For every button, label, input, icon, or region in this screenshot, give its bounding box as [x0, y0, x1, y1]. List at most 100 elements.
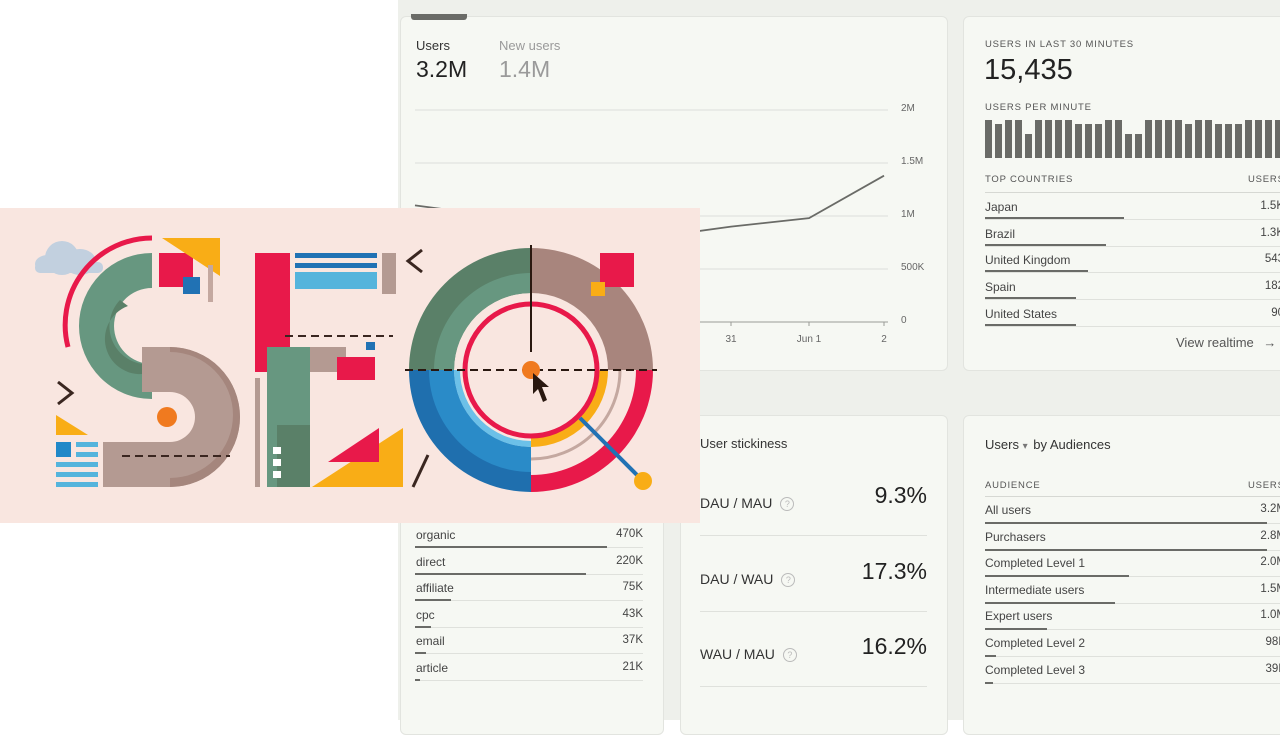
realtime-count: 15,435	[984, 54, 1073, 87]
seo-artwork	[0, 208, 700, 523]
source-name: email	[416, 634, 445, 648]
per-minute-bar	[1075, 124, 1082, 158]
audience-users: 98K	[1200, 636, 1280, 648]
source-value: 470K	[580, 528, 643, 540]
per-minute-bar	[1245, 120, 1252, 158]
x-tick-label: 31	[711, 334, 751, 345]
country-users: 1.5K	[1200, 200, 1280, 212]
per-minute-bar	[1155, 120, 1162, 158]
per-minute-bar	[1025, 134, 1032, 158]
audience-bar	[985, 522, 1267, 524]
source-value: 220K	[580, 555, 643, 567]
source-bar	[415, 652, 426, 654]
header-divider	[985, 496, 1280, 497]
country-users: 543	[1200, 253, 1280, 265]
users-column-header: USERS	[1248, 174, 1280, 185]
source-value: 37K	[580, 634, 643, 646]
per-minute-bar	[985, 120, 992, 158]
audience-name: Expert users	[985, 609, 1052, 623]
dropdown-caret-icon: ▾	[1023, 441, 1028, 452]
per-minute-bar	[1265, 120, 1272, 158]
source-value: 21K	[580, 661, 643, 673]
metric-name: DAU / MAU	[700, 495, 772, 511]
per-minute-bar	[1005, 120, 1012, 158]
per-minute-bar	[1045, 120, 1052, 158]
row-divider	[985, 246, 1280, 247]
y-tick-label: 2M	[901, 103, 915, 114]
row-divider	[985, 326, 1280, 327]
source-bar	[415, 599, 451, 601]
audience-name: Completed Level 1	[985, 556, 1085, 570]
audience-name: Completed Level 2	[985, 636, 1085, 650]
help-icon[interactable]: ?	[780, 497, 794, 511]
header-divider	[985, 192, 1280, 193]
source-name: article	[416, 661, 448, 675]
y-tick-label: 1.5M	[901, 156, 923, 167]
per-minute-bar	[1225, 124, 1232, 158]
row-divider	[985, 683, 1280, 684]
stickiness-label: DAU / WAU?	[700, 571, 795, 587]
per-minute-bar	[1015, 120, 1022, 158]
source-name: cpc	[416, 608, 435, 622]
stickiness-label: DAU / MAU?	[700, 495, 794, 511]
cursor-arrow-icon	[533, 373, 549, 402]
row-divider	[415, 653, 643, 654]
row-divider	[700, 611, 927, 612]
audience-name: All users	[985, 503, 1031, 517]
audiences-title: Users ▾ by Audiences	[985, 437, 1111, 452]
country-name: United States	[985, 307, 1057, 321]
row-divider	[985, 219, 1280, 220]
help-icon[interactable]: ?	[783, 648, 797, 662]
source-value: 43K	[580, 608, 643, 620]
audience-users: 1.5M	[1200, 583, 1280, 595]
per-minute-bar	[1125, 134, 1132, 158]
country-users: 1.3K	[1200, 227, 1280, 239]
per-minute-bar	[1275, 120, 1280, 158]
help-icon[interactable]: ?	[781, 573, 795, 587]
row-divider	[700, 686, 927, 687]
y-tick-label: 0	[901, 315, 907, 326]
metric-label: Users	[985, 437, 1019, 452]
per-minute-bar	[1105, 120, 1112, 158]
audience-bar	[985, 549, 1267, 551]
top-countries-header: TOP COUNTRIES	[985, 174, 1073, 185]
audience-name: Completed Level 3	[985, 663, 1085, 677]
x-tick-label: 2	[864, 334, 904, 345]
row-divider	[415, 627, 643, 628]
country-name: Spain	[985, 280, 1016, 294]
per-minute-bar	[1215, 124, 1222, 158]
per-minute-bar	[1205, 120, 1212, 158]
stickiness-label: WAU / MAU?	[700, 646, 797, 662]
audience-users: 2.8M	[1200, 530, 1280, 542]
per-minute-bar	[1035, 120, 1042, 158]
audience-column-header: AUDIENCE	[985, 480, 1041, 491]
source-name: direct	[416, 555, 445, 569]
stickiness-value: 9.3%	[820, 482, 927, 509]
y-tick-label: 1M	[901, 209, 915, 220]
source-value: 75K	[580, 581, 643, 593]
source-bar	[415, 546, 607, 548]
country-name: Japan	[985, 200, 1018, 214]
audience-bar	[985, 655, 996, 657]
per-minute-bar	[1145, 120, 1152, 158]
view-realtime-link[interactable]: View realtime →	[1176, 335, 1276, 350]
row-divider	[985, 299, 1280, 300]
per-minute-bar	[995, 124, 1002, 158]
realtime-title: USERS IN LAST 30 MINUTES	[985, 39, 1134, 50]
stickiness-title: User stickiness	[700, 436, 787, 451]
users-column-header: USERS	[1248, 480, 1280, 491]
per-minute-label: USERS PER MINUTE	[985, 102, 1092, 113]
country-name: United Kingdom	[985, 253, 1070, 267]
source-bar	[415, 679, 420, 681]
arrow-right-icon: →	[1263, 335, 1276, 350]
audience-name: Purchasers	[985, 530, 1046, 544]
country-users: 182	[1200, 280, 1280, 292]
audience-bar	[985, 682, 993, 684]
source-bar	[415, 626, 431, 628]
country-users: 90	[1200, 307, 1280, 319]
per-minute-bar	[1055, 120, 1062, 158]
audience-users: 3.2M	[1200, 503, 1280, 515]
audience-name: Intermediate users	[985, 583, 1084, 597]
metric-dropdown[interactable]: Users ▾	[985, 437, 1028, 452]
audience-users: 2.0M	[1200, 556, 1280, 568]
